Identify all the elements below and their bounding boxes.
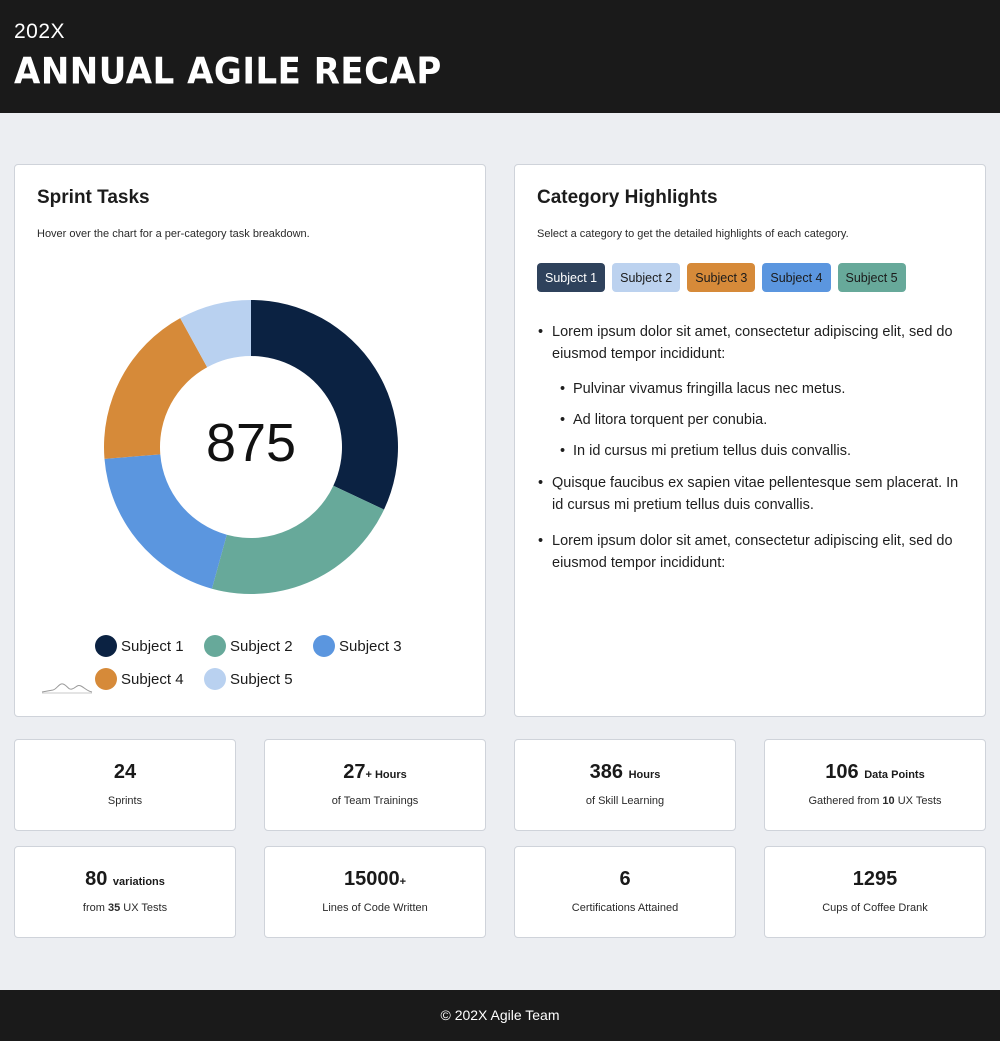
- highlight-item: Lorem ipsum dolor sit amet, consectetur …: [537, 321, 967, 462]
- stat-value: 1295: [852, 868, 898, 890]
- page-title: ANNUAL AGILE RECAP: [14, 50, 442, 94]
- sparkline-icon: [41, 683, 93, 694]
- donut-slice-1[interactable]: [251, 300, 398, 510]
- stat-value: 27: [343, 761, 366, 783]
- page-footer: © 202X Agile Team: [0, 990, 1000, 1041]
- legend-label: Subject 1: [121, 637, 184, 655]
- stat-value-row: 80 variations: [15, 868, 235, 891]
- highlight-subitem: In id cursus mi pretium tellus duis conv…: [552, 440, 967, 462]
- category-highlights-title: Category Highlights: [537, 187, 718, 208]
- legend-item-5[interactable]: Subject 5: [204, 666, 293, 692]
- stat-description: Sprints: [15, 795, 235, 807]
- highlight-subitem: Pulvinar vivamus fringilla lacus nec met…: [552, 378, 967, 400]
- sprint-tasks-card: Sprint Tasks Hover over the chart for a …: [14, 164, 486, 717]
- stat-description: Certifications Attained: [515, 902, 735, 914]
- highlight-item: Lorem ipsum dolor sit amet, consectetur …: [537, 530, 967, 574]
- page-header: 202X ANNUAL AGILE RECAP: [0, 0, 1000, 113]
- stat-value-row: 106 Data Points: [765, 761, 985, 784]
- category-highlights-card: Category Highlights Select a category to…: [514, 164, 986, 717]
- stat-value-row: 6: [515, 868, 735, 891]
- stat-desc-text: of Team Trainings: [331, 795, 419, 807]
- stat-desc-count: 10: [882, 795, 895, 807]
- highlight-text: Lorem ipsum dolor sit amet, consectetur …: [552, 533, 953, 571]
- legend-item-3[interactable]: Subject 3: [313, 633, 402, 659]
- stat-value-row: 15000+: [265, 868, 485, 891]
- stat-unit: + Hours: [365, 769, 407, 781]
- stat-value: 386: [589, 761, 624, 783]
- stat-card: 1295 Cups of Coffee Drank: [764, 846, 986, 938]
- stat-card: 27+ Hours of Team Trainings: [264, 739, 486, 831]
- category-tabs: Subject 1 Subject 2 Subject 3 Subject 4 Subj…: [537, 263, 906, 292]
- stat-card: 15000+ Lines of Code Written: [264, 846, 486, 938]
- legend-swatch: [313, 635, 335, 657]
- stat-desc-suffix: UX Tests: [894, 795, 942, 807]
- stat-unit: Data Points: [864, 769, 925, 781]
- stat-unit: variations: [112, 876, 165, 888]
- stat-card: 80 variations from 35 UX Tests: [14, 846, 236, 938]
- stat-description: of Team Trainings: [265, 795, 485, 807]
- highlight-sublist: Pulvinar vivamus fringilla lacus nec met…: [552, 378, 967, 462]
- stat-value-row: 27+ Hours: [265, 761, 485, 784]
- highlights-list: Lorem ipsum dolor sit amet, consectetur …: [537, 321, 967, 588]
- stat-value-row: 1295: [765, 868, 985, 891]
- stat-desc-text: from: [82, 902, 108, 914]
- stat-desc-text: Sprints: [107, 795, 143, 807]
- stat-desc-text: Lines of Code Written: [322, 902, 428, 914]
- stat-desc-text: of Skill Learning: [585, 795, 665, 807]
- legend-label: Subject 2: [230, 637, 293, 655]
- stat-value: 15000: [343, 868, 400, 890]
- stat-desc-count: 35: [107, 902, 121, 914]
- legend-item-2[interactable]: Subject 2: [204, 633, 293, 659]
- legend-swatch: [204, 668, 226, 690]
- highlight-text: Quisque faucibus ex sapien vitae pellent…: [552, 475, 959, 513]
- legend-item-4[interactable]: Subject 4: [95, 666, 184, 692]
- stat-value-row: 24: [15, 761, 235, 784]
- stat-card: 106 Data Points Gathered from 10 UX Tests: [764, 739, 986, 831]
- stat-unit: Hours: [628, 769, 661, 781]
- stat-card: 386 Hours of Skill Learning: [514, 739, 736, 831]
- donut-slice-4[interactable]: [104, 318, 208, 459]
- stat-card: 6 Certifications Attained: [514, 846, 736, 938]
- legend-swatch: [95, 635, 117, 657]
- donut-slice-3[interactable]: [104, 454, 227, 589]
- header-year: 202X: [14, 20, 66, 43]
- donut-total-label: 875: [206, 413, 296, 473]
- category-highlights-subtitle: Select a category to get the detailed hi…: [537, 228, 849, 240]
- stat-description: from 35 UX Tests: [15, 902, 235, 914]
- tab-subject-3[interactable]: Subject 3: [687, 263, 756, 292]
- legend-swatch: [95, 668, 117, 690]
- highlight-subitem: Ad litora torquent per conubia.: [552, 409, 967, 431]
- donut-slice-2[interactable]: [211, 485, 385, 594]
- stat-value-row: 386 Hours: [515, 761, 735, 784]
- legend-label: Subject 5: [230, 670, 293, 688]
- stat-card: 24 Sprints: [14, 739, 236, 831]
- sprint-tasks-subtitle: Hover over the chart for a per-category …: [37, 228, 310, 240]
- stat-desc-text: Certifications Attained: [571, 902, 679, 914]
- legend-label: Subject 4: [121, 670, 184, 688]
- stat-description: Lines of Code Written: [265, 902, 485, 914]
- stat-value: 6: [619, 868, 631, 890]
- sprint-tasks-title: Sprint Tasks: [37, 187, 150, 208]
- highlight-text: Lorem ipsum dolor sit amet, consectetur …: [552, 324, 953, 362]
- stat-description: of Skill Learning: [515, 795, 735, 807]
- stat-desc-text: Gathered from: [808, 795, 883, 807]
- legend-label: Subject 3: [339, 637, 402, 655]
- donut-chart[interactable]: 875: [101, 297, 401, 597]
- stat-value: 80: [85, 868, 108, 890]
- footer-text: © 202X Agile Team: [440, 1007, 560, 1023]
- legend-item-1[interactable]: Subject 1: [95, 633, 184, 659]
- stat-value: 24: [113, 761, 137, 783]
- highlight-item: Quisque faucibus ex sapien vitae pellent…: [537, 472, 967, 516]
- tab-subject-4[interactable]: Subject 4: [762, 263, 831, 292]
- stat-value: 106: [825, 761, 859, 783]
- stat-unit: +: [399, 876, 407, 888]
- stat-desc-text: Cups of Coffee Drank: [822, 902, 928, 914]
- tab-subject-1[interactable]: Subject 1: [537, 263, 606, 292]
- tab-subject-2[interactable]: Subject 2: [612, 263, 681, 292]
- stat-desc-suffix: UX Tests: [120, 902, 168, 914]
- stat-description: Gathered from 10 UX Tests: [765, 795, 985, 807]
- stat-description: Cups of Coffee Drank: [765, 902, 985, 914]
- tab-subject-5[interactable]: Subject 5: [837, 263, 906, 292]
- legend-swatch: [204, 635, 226, 657]
